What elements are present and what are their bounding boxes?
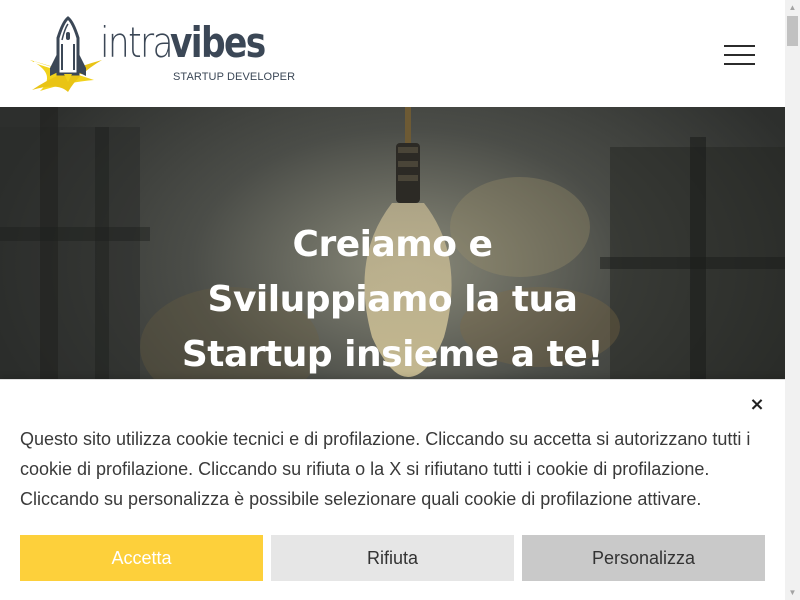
page: intra vibes STARTUP DEVELOPER Creiamo e … (0, 0, 800, 600)
hamburger-menu-button[interactable] (724, 45, 756, 65)
scroll-up-arrow-icon[interactable]: ▲ (785, 0, 800, 15)
cookie-banner-message: Questo sito utilizza cookie tecnici e di… (20, 429, 751, 509)
brand-tagline: STARTUP DEVELOPER (173, 71, 296, 83)
hamburger-icon-bar (724, 45, 755, 47)
accept-cookies-button[interactable]: Accetta (20, 535, 263, 581)
rocket-logo-icon (30, 16, 102, 92)
site-logo[interactable]: intra vibes STARTUP DEVELOPER (28, 16, 295, 94)
hamburger-icon-bar (724, 63, 755, 65)
close-icon[interactable]: × (747, 395, 767, 415)
hero-title-line: Creiamo e (292, 224, 493, 265)
brand-name-bold: vibes (170, 18, 266, 67)
cookie-banner: × Questo sito utilizza cookie tecnici e … (0, 379, 785, 600)
brand-name-light: intra (100, 18, 174, 67)
customize-cookies-button[interactable]: Personalizza (522, 535, 765, 581)
site-header: intra vibes STARTUP DEVELOPER (0, 0, 785, 107)
scroll-down-arrow-icon[interactable]: ▼ (785, 585, 800, 600)
reject-cookies-button[interactable]: Rifiuta (271, 535, 514, 581)
hero-title-line: Sviluppiamo la tua (207, 279, 578, 320)
scrollbar-thumb[interactable] (787, 16, 798, 46)
hero-title: Creiamo e Sviluppiamo la tua Startup ins… (150, 217, 635, 382)
hamburger-icon-bar (724, 54, 755, 56)
vertical-scrollbar[interactable]: ▲ ▼ (785, 0, 800, 600)
hero-title-line: Startup insieme a te! (181, 334, 604, 375)
